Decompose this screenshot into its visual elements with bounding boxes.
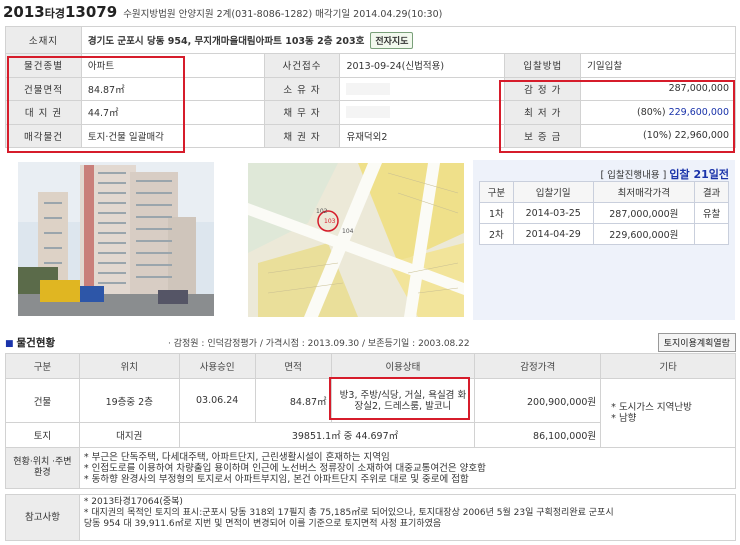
bid-method-label: 입찰방법 — [504, 53, 582, 78]
appraisal-value: 287,000,000 — [580, 76, 736, 101]
property-type-value: 아파트 — [80, 53, 265, 78]
building-usage: 방3, 주방/식당, 거실, 욕실겸 화장실2, 드레스룸, 발코니 — [330, 378, 476, 423]
building-area: 84.87㎡ — [254, 378, 332, 423]
env-note: * 부근은 단독주택, 다세대주택, 아파트단지, 근린생활시설이 혼재하는 지… — [83, 451, 390, 463]
building-area-label: 건물면적 — [5, 76, 82, 101]
hist-price: 229,600,000원 — [592, 223, 696, 245]
debtor-label: 채 무 자 — [263, 100, 341, 125]
deposit-cell: (10%) 22,960,000 — [580, 123, 736, 148]
table-row: 2차 2014-04-29 229,600,000원 — [479, 223, 729, 245]
court-info: 수원지방법원 안양지원 2계(031-8086-1282) 매각기일 2014.… — [123, 9, 443, 20]
building-location: 19층중 2층 — [78, 378, 180, 423]
status-header-area: 면적 — [254, 353, 332, 379]
hist-header-price: 최저매각가격 — [592, 181, 696, 203]
auction-history-panel: [ 입찰진행내용 ] 입찰 21일전 구분 입찰기일 최저매각가격 결과 1차 … — [473, 160, 735, 320]
land-right-label: 대 지 권 — [5, 100, 82, 125]
hist-result: 유찰 — [694, 202, 729, 224]
etc-notes: * 도시가스 지역난방 * 남향 — [600, 378, 736, 448]
hist-result — [694, 223, 729, 245]
hist-round: 1차 — [479, 202, 514, 224]
env-note: * 인접도로를 이용하여 차량출입 용이하며 인근에 노선버스 정류장이 소재하… — [83, 462, 486, 474]
map-block-102: 102 — [316, 208, 328, 215]
table-row: 1차 2014-03-25 287,000,000원 유찰 — [479, 202, 729, 224]
min-price-label: 최 저 가 — [504, 100, 582, 125]
reference-label: 참고사항 — [5, 494, 80, 541]
e-map-button[interactable]: 전자지도 — [370, 31, 414, 49]
auction-history-table: 구분 입찰기일 최저매각가격 결과 1차 2014-03-25 287,000,… — [479, 181, 729, 245]
status-header-approval: 사용승인 — [178, 353, 256, 379]
address-label: 소재지 — [5, 26, 82, 54]
building-photo[interactable] — [18, 162, 214, 316]
deposit-label: 보 증 금 — [504, 123, 582, 148]
status-header-type: 구분 — [5, 353, 80, 379]
table-row: 건물 19층중 2층 03.06.24 84.87㎡ 방3, 주방/식당, 거실… — [5, 378, 736, 448]
case-received-value: 2013-09-24(신법적용) — [339, 53, 506, 78]
etc-note: * 도시가스 지역난방 — [611, 402, 692, 413]
bullet-icon: ■ — [5, 339, 14, 349]
sale-object-label: 매각물건 — [5, 123, 82, 148]
auction-progress-link[interactable]: [ 입찰진행내용 ] — [600, 170, 666, 181]
reference-line: * 대지권의 목적인 토지의 표시:군포시 당동 318외 17필지 총 75,… — [83, 508, 614, 518]
land-area: 39851.1㎡ 중 44.697㎡ — [178, 422, 476, 448]
auction-title: [ 입찰진행내용 ] 입찰 21일전 — [473, 166, 729, 182]
min-price-cell: (80%) 229,600,000 — [580, 100, 736, 125]
reference-notes: * 2013타경17064(중복) * 대지권의 목적인 토지의 표시:군포시 … — [78, 494, 737, 541]
env-note: * 동하향 완경사의 부정형의 토지로서 아파트부지임, 본건 아파트단지 주위… — [83, 473, 469, 485]
land-use-plan-button[interactable]: 토지이용계획열람 — [657, 333, 736, 352]
owner-label: 소 유 자 — [263, 76, 341, 101]
masked-owner — [346, 82, 391, 95]
reference-line: 당동 954 대 39,911.6㎡로 지번 및 면적이 변경되어 이를 기준으… — [83, 519, 442, 529]
masked-debtor — [346, 106, 391, 119]
hist-header-result: 결과 — [694, 181, 729, 203]
status-header-usage: 이용상태 — [330, 353, 476, 379]
building-approval: 03.06.24 — [178, 378, 256, 423]
etc-note: * 남향 — [611, 413, 637, 424]
case-received-label: 사건접수 — [263, 53, 341, 78]
status-header-location: 위치 — [78, 353, 180, 379]
hist-round: 2차 — [479, 223, 514, 245]
case-header: 2013타경13079 수원지방법원 안양지원 2계(031-8086-1282… — [3, 3, 442, 25]
appraisal-meta: · 감정원 : 인덕감정평가 / 가격시점 : 2013.09.30 / 보존등… — [168, 339, 470, 349]
status-header-etc: 기타 — [600, 353, 736, 379]
building-price: 200,900,000원 — [474, 378, 602, 423]
bid-method-value: 기일입찰 — [580, 53, 736, 78]
dday-badge: 입찰 21일전 — [669, 168, 729, 181]
land-right-value: 44.7㎡ — [80, 100, 265, 125]
owner-value — [339, 76, 506, 101]
property-info-table: 소재지 경기도 군포시 당동 954, 무지개마을대림아파트 103동 2층 2… — [5, 26, 737, 148]
map-block-103: 103 — [324, 218, 336, 225]
creditor-value: 유재덕외2 — [339, 123, 506, 148]
land-price: 86,100,000원 — [474, 422, 602, 448]
sale-object-value: 토지·건물 일괄매각 — [80, 123, 265, 148]
section-title: ■ 물건현황 — [5, 337, 56, 349]
hist-header-date: 입찰기일 — [512, 181, 594, 203]
property-type-label: 물건종별 — [5, 53, 82, 78]
env-label: 현황·위치 ·주변환경 — [5, 447, 80, 489]
case-number: 2013타경13079 — [3, 3, 118, 21]
reference-table: 참고사항 * 2013타경17064(중복) * 대지권의 목적인 토지의 표시… — [5, 494, 737, 541]
table-row: 현황·위치 ·주변환경 * 부근은 단독주택, 다세대주택, 아파트단지, 근린… — [5, 447, 737, 489]
hist-price: 287,000,000원 — [592, 202, 696, 224]
location-map[interactable]: 102 103 104 — [248, 163, 464, 317]
map-block-104: 104 — [342, 228, 354, 235]
hist-header-round: 구분 — [479, 181, 514, 203]
appraisal-label: 감 정 가 — [504, 76, 582, 101]
status-header-price: 감정가격 — [474, 353, 602, 379]
env-notes: * 부근은 단독주택, 다세대주택, 아파트단지, 근린생활시설이 혼재하는 지… — [78, 447, 737, 489]
address-cell: 경기도 군포시 당동 954, 무지개마을대림아파트 103동 2층 203호 전… — [80, 26, 737, 54]
building-area-value: 84.87㎡ — [80, 76, 265, 101]
debtor-value — [339, 100, 506, 125]
land-label: 토지 — [5, 422, 80, 448]
creditor-label: 채 권 자 — [263, 123, 341, 148]
hist-date: 2014-03-25 — [512, 202, 594, 224]
property-status-table: 구분 위치 사용승인 면적 이용상태 감정가격 기타 건물 19층중 2층 03… — [5, 353, 737, 489]
deposit-value: 22,960,000 — [674, 130, 729, 142]
building-label: 건물 — [5, 378, 80, 423]
reference-line: * 2013타경17064(중복) — [83, 497, 183, 507]
address-text: 경기도 군포시 당동 954, 무지개마을대림아파트 103동 2층 203호 — [87, 35, 365, 47]
property-status-section: ■ 물건현황 · 감정원 : 인덕감정평가 / 가격시점 : 2013.09.30… — [3, 333, 736, 353]
min-price-value: 229,600,000 — [668, 106, 729, 118]
land-location: 대지권 — [78, 422, 180, 448]
hist-date: 2014-04-29 — [512, 223, 594, 245]
